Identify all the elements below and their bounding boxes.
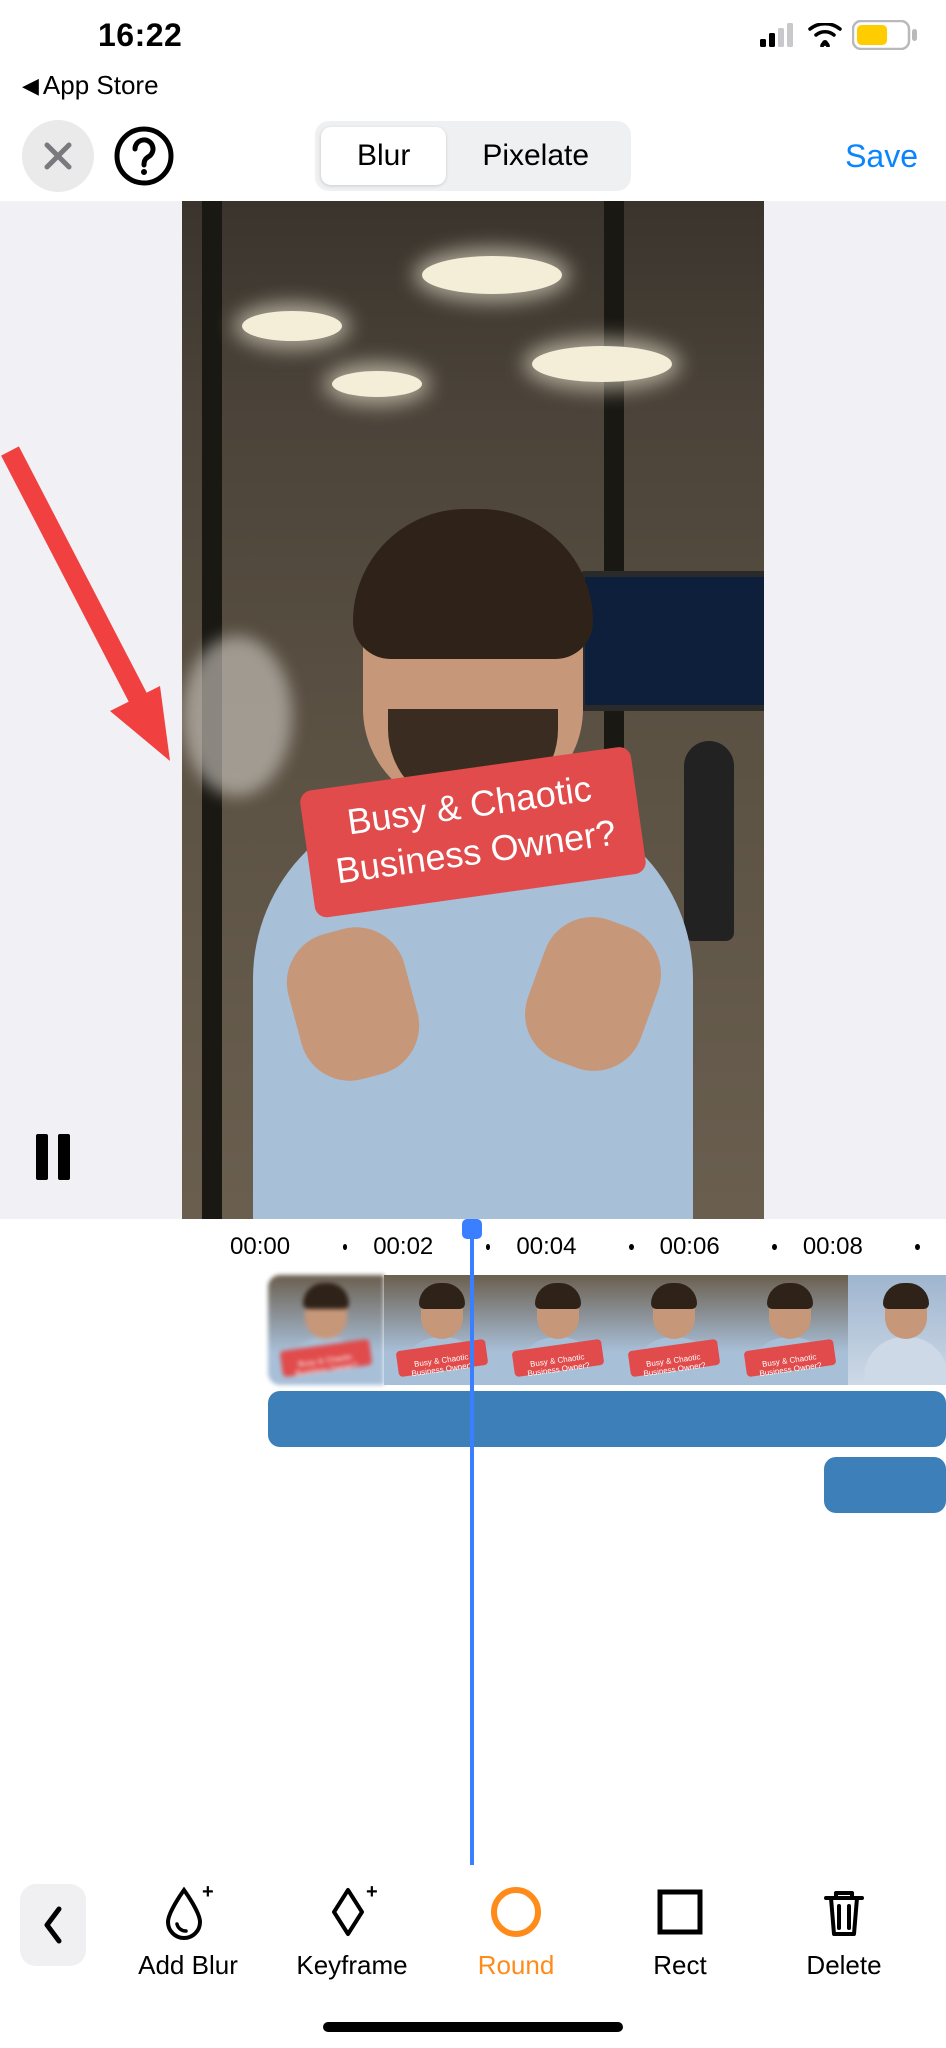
- svg-text:+: +: [366, 1884, 378, 1903]
- status-time: 16:22: [28, 17, 182, 54]
- effect-mode-segment: Blur Pixelate: [315, 121, 631, 191]
- tool-label: Add Blur: [138, 1950, 238, 1981]
- back-app-label: App Store: [43, 70, 159, 101]
- help-icon: [113, 125, 175, 187]
- blur-clip-1[interactable]: [268, 1391, 946, 1447]
- tool-label: Delete: [806, 1950, 881, 1981]
- blur-clip-2[interactable]: [824, 1457, 946, 1513]
- close-icon: [40, 138, 76, 174]
- timeline-thumb[interactable]: Busy & ChaoticBusiness Owner?: [732, 1275, 848, 1385]
- close-button[interactable]: [22, 120, 94, 192]
- chevron-left-icon: [41, 1905, 65, 1945]
- tool-rect[interactable]: Rect: [598, 1884, 762, 1981]
- pause-button[interactable]: [34, 1134, 74, 1185]
- tool-label: Round: [478, 1950, 555, 1981]
- video-frame[interactable]: Busy & Chaotic Business Owner?: [182, 201, 764, 1219]
- wifi-icon: [808, 23, 842, 47]
- back-triangle-icon: ◀: [22, 73, 39, 99]
- segment-pixelate[interactable]: Pixelate: [446, 127, 625, 185]
- timeline-thumb[interactable]: Busy & ChaoticBusiness Owner?: [500, 1275, 616, 1385]
- time-mark: 00:08: [803, 1233, 916, 1261]
- tool-round[interactable]: Round: [434, 1884, 598, 1981]
- applied-blur-region[interactable]: [182, 636, 292, 796]
- time-mark: 00:06: [660, 1233, 773, 1261]
- keyframe-plus-icon: +: [324, 1884, 380, 1940]
- tool-label: Rect: [653, 1950, 706, 1981]
- playhead[interactable]: [470, 1219, 474, 1865]
- status-icons: [760, 20, 918, 50]
- circle-shape-icon: [488, 1884, 544, 1940]
- square-shape-icon: [652, 1884, 708, 1940]
- pause-icon: [34, 1134, 74, 1180]
- home-indicator[interactable]: [323, 2022, 623, 2032]
- time-mark: 00:00: [230, 1233, 343, 1261]
- toolbar-back-button[interactable]: [20, 1884, 86, 1966]
- annotation-arrow: [0, 441, 200, 801]
- timeline-thumb[interactable]: [848, 1275, 946, 1385]
- timeline[interactable]: 00:00 00:02 00:04 00:06 00:08 Busy & Cha…: [0, 1219, 946, 1865]
- save-button[interactable]: Save: [845, 138, 918, 175]
- timeline-thumb[interactable]: Busy & ChaoticBusiness Owner?: [384, 1275, 500, 1385]
- battery-icon: [852, 20, 918, 50]
- tool-label: Keyframe: [296, 1950, 407, 1981]
- timeline-thumb[interactable]: Busy & ChaoticBusiness Owner?: [268, 1275, 384, 1385]
- video-preview-area: Busy & Chaotic Business Owner?: [0, 201, 946, 1219]
- time-mark: 00:04: [516, 1233, 629, 1261]
- tool-add-blur[interactable]: + Add Blur: [106, 1884, 270, 1981]
- segment-blur[interactable]: Blur: [321, 127, 446, 185]
- back-to-appstore[interactable]: ◀ App Store: [0, 70, 946, 111]
- tool-keyframe[interactable]: + Keyframe: [270, 1884, 434, 1981]
- svg-text:+: +: [202, 1884, 214, 1903]
- help-button[interactable]: [108, 120, 180, 192]
- cellular-icon: [760, 23, 798, 47]
- droplet-plus-icon: +: [160, 1884, 216, 1940]
- bottom-toolbar: + Add Blur + Keyframe Round Rect Delete: [0, 1868, 946, 2048]
- trash-icon: [816, 1884, 872, 1940]
- timeline-thumb[interactable]: Busy & ChaoticBusiness Owner?: [616, 1275, 732, 1385]
- nav-bar: Blur Pixelate Save: [0, 111, 946, 201]
- status-bar: 16:22: [0, 0, 946, 70]
- tool-delete[interactable]: Delete: [762, 1884, 926, 1981]
